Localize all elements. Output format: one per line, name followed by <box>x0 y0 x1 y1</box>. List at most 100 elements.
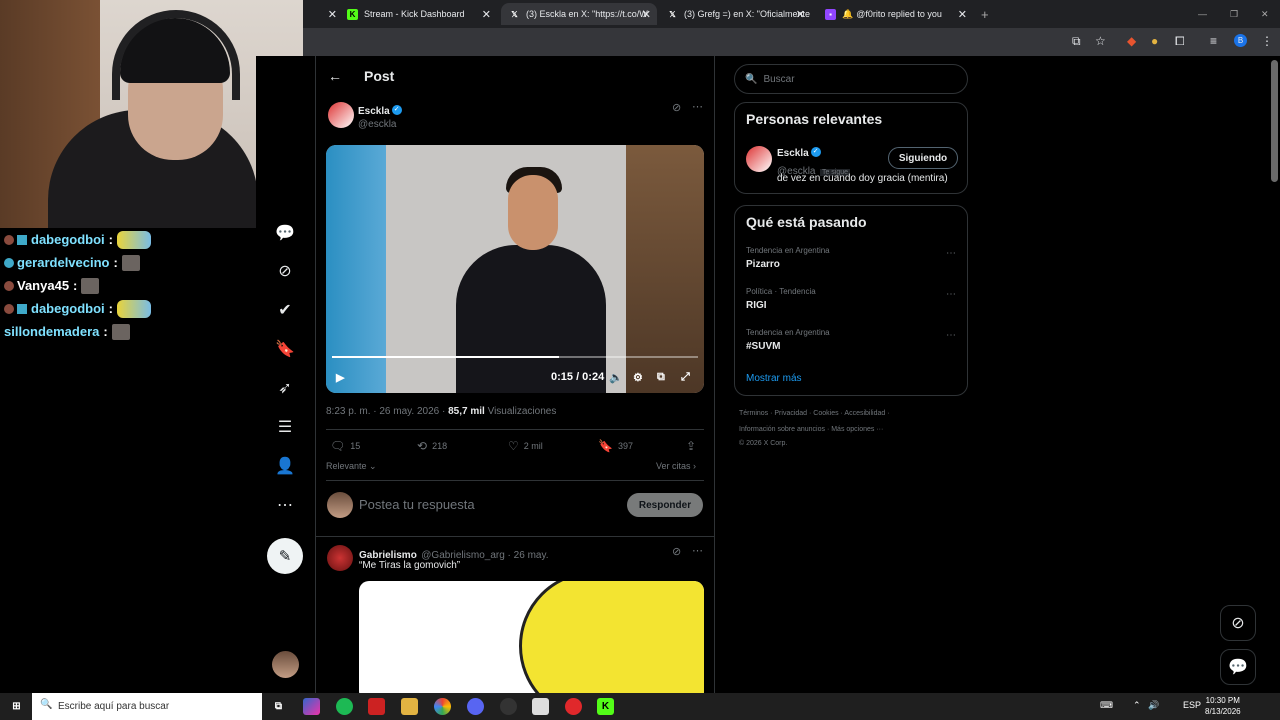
share-action[interactable]: ⇪ <box>686 439 701 453</box>
verified-icon[interactable]: ✔ <box>274 299 296 321</box>
back-arrow-icon[interactable]: ← <box>328 68 342 84</box>
task-view-icon[interactable]: ⧉ <box>270 698 287 715</box>
close-icon[interactable]: ✕ <box>482 8 491 21</box>
close-icon[interactable]: ✕ <box>642 8 651 21</box>
lists-icon[interactable]: ☰ <box>274 416 296 438</box>
opera-icon[interactable] <box>565 698 582 715</box>
reply-action[interactable]: 🗨 15 <box>330 439 360 453</box>
footer-links[interactable]: Términos · Privacidad · Cookies · Accesi… <box>739 410 890 417</box>
browser-toolbar: ⧉ ☆ ◆ ● ⧠ ≡ B ⋮ <box>303 28 1280 56</box>
tab-grefg[interactable]: 𝕏 (3) Grefg =) en X: "Oficialmente ✕ <box>661 3 811 25</box>
bell-icon: 🔔 <box>842 8 854 19</box>
show-more-link[interactable]: Mostrar más <box>746 373 802 384</box>
quotes-link[interactable]: Ver citas › <box>656 461 696 471</box>
maximize-button[interactable]: ❐ <box>1230 3 1242 25</box>
avatar[interactable] <box>272 651 299 678</box>
app-icon[interactable] <box>368 698 385 715</box>
windows-start-icon[interactable]: ⊞ <box>8 698 25 715</box>
trending-card: Qué está pasando Tendencia en Argentina … <box>734 205 968 396</box>
puzzle-icon[interactable]: ⧠ <box>1175 34 1185 49</box>
avatar[interactable] <box>328 102 354 128</box>
extension-icon[interactable]: ● <box>1151 34 1158 48</box>
cast-icon[interactable]: ⧉ <box>1072 34 1081 49</box>
close-icon[interactable]: ✕ <box>796 8 805 21</box>
heart-icon: ♡ <box>508 439 519 453</box>
search-input[interactable]: 🔍 Buscar <box>734 64 968 94</box>
language[interactable]: ESP <box>1183 700 1201 710</box>
trend-item[interactable]: Pizarro <box>746 259 780 270</box>
clock[interactable]: 10:30 PM 8/13/2026 <box>1205 695 1241 717</box>
spotify-icon[interactable] <box>336 698 353 715</box>
grok-icon[interactable]: ⊘ <box>672 545 681 558</box>
author-block[interactable]: Esckla ✓ @esckla <box>358 101 402 130</box>
window-close-button[interactable]: ✕ <box>1261 3 1273 25</box>
more-icon[interactable]: ⋯ <box>946 289 956 300</box>
windows-taskbar: ⊞ 🔍 Escribe aquí para buscar ⧉ K ⌨ ⌃ 🔊 ES… <box>0 693 1280 720</box>
chrome-icon[interactable] <box>434 698 451 715</box>
settings-icon[interactable]: ⚙ <box>633 371 643 384</box>
verified-icon: ✓ <box>391 104 402 115</box>
profile-icon[interactable]: B <box>1234 34 1247 47</box>
repost-action[interactable]: ⟲ 218 <box>417 439 447 453</box>
chevron-up-icon[interactable]: ⌃ <box>1133 700 1141 711</box>
taskbar-search[interactable]: 🔍 Escribe aquí para buscar <box>32 693 262 720</box>
video-player[interactable]: ▶ 0:15 / 0:24 🔈 ⚙ ⧉ ⤢ <box>326 145 704 393</box>
scrollbar[interactable] <box>1271 60 1278 182</box>
tab-kick-dashboard[interactable]: K Stream - Kick Dashboard ✕ <box>347 3 497 25</box>
trend-item[interactable]: RIGI <box>746 300 767 311</box>
reply-button[interactable]: Responder <box>627 493 703 517</box>
avatar[interactable] <box>746 146 772 172</box>
copilot-icon[interactable] <box>303 698 320 715</box>
video-progress[interactable] <box>332 356 698 358</box>
avatar[interactable] <box>327 545 353 571</box>
close-icon[interactable]: ✕ <box>328 8 337 21</box>
more-icon[interactable]: ⋯ <box>946 248 956 259</box>
more-icon[interactable]: ⋯ <box>274 494 296 516</box>
messages-fab[interactable]: 💬 <box>1220 649 1256 685</box>
more-icon[interactable]: ⋯ <box>946 330 956 341</box>
minimize-button[interactable]: — <box>1198 3 1210 25</box>
compose-button[interactable]: ✎ <box>267 538 303 574</box>
x-logo-icon: 𝕏 <box>669 9 676 19</box>
obs-icon[interactable] <box>500 698 517 715</box>
folder-icon[interactable] <box>401 698 418 715</box>
more-icon[interactable]: ⋯ <box>692 544 703 557</box>
messages-icon[interactable]: 💬 <box>274 222 296 244</box>
like-action[interactable]: ♡ 2 mil <box>508 439 543 453</box>
close-icon[interactable]: ✕ <box>958 8 967 21</box>
media-icon[interactable]: ≡ <box>1210 34 1217 48</box>
more-icon[interactable]: ⋯ <box>692 100 703 113</box>
following-button[interactable]: Siguiendo <box>888 147 958 169</box>
grok-icon[interactable]: ⊘ <box>274 260 296 282</box>
trend-item[interactable]: #SUVM <box>746 341 780 352</box>
sort-dropdown[interactable]: Relevante ⌄ <box>326 461 377 472</box>
reply-text: “Me Tiras la gomovich” <box>359 560 461 571</box>
grok-icon[interactable]: ⊘ <box>672 101 681 114</box>
play-icon[interactable]: ▶ <box>336 371 344 384</box>
fullscreen-icon[interactable]: ⤢ <box>681 371 690 384</box>
bookmarks-icon[interactable]: 🔖 <box>274 338 296 360</box>
footer-links[interactable]: Información sobre anuncios · Más opcione… <box>739 426 883 433</box>
profile-icon[interactable]: 👤 <box>274 455 296 477</box>
keyboard-icon[interactable]: ⌨ <box>1100 700 1113 711</box>
tab-replied[interactable]: ▪ 🔔 @f0rito replied to you ✕ <box>815 3 973 25</box>
grok-fab[interactable]: ⊘ <box>1220 605 1256 641</box>
bookmark-action[interactable]: 🔖 397 <box>598 439 633 453</box>
discord-icon[interactable] <box>467 698 484 715</box>
reply-image[interactable] <box>359 581 704 693</box>
browser-tabstrip: ✕ K Stream - Kick Dashboard ✕ 𝕏 (3) Esckla … <box>303 0 1280 28</box>
pip-icon[interactable]: ⧉ <box>657 371 665 384</box>
volume-icon[interactable]: 🔈 <box>609 371 623 384</box>
menu-icon[interactable]: ⋮ <box>1261 34 1273 48</box>
extension-icon[interactable]: ◆ <box>1127 34 1136 48</box>
kick-icon[interactable]: K <box>597 698 614 715</box>
star-icon[interactable]: ☆ <box>1095 34 1106 48</box>
app-icon[interactable] <box>532 698 549 715</box>
tab-0[interactable]: ✕ <box>307 3 343 25</box>
reply-input[interactable]: Postea tu respuesta <box>359 497 475 512</box>
volume-icon[interactable]: 🔊 <box>1148 700 1159 711</box>
new-tab-button[interactable]: + <box>981 3 997 25</box>
tab-esckla[interactable]: 𝕏 (3) Esckla en X: "https://t.co/W ✕ <box>501 3 657 25</box>
search-icon: 🔍 <box>40 699 53 710</box>
rocket-icon[interactable]: ➶ <box>274 377 296 399</box>
